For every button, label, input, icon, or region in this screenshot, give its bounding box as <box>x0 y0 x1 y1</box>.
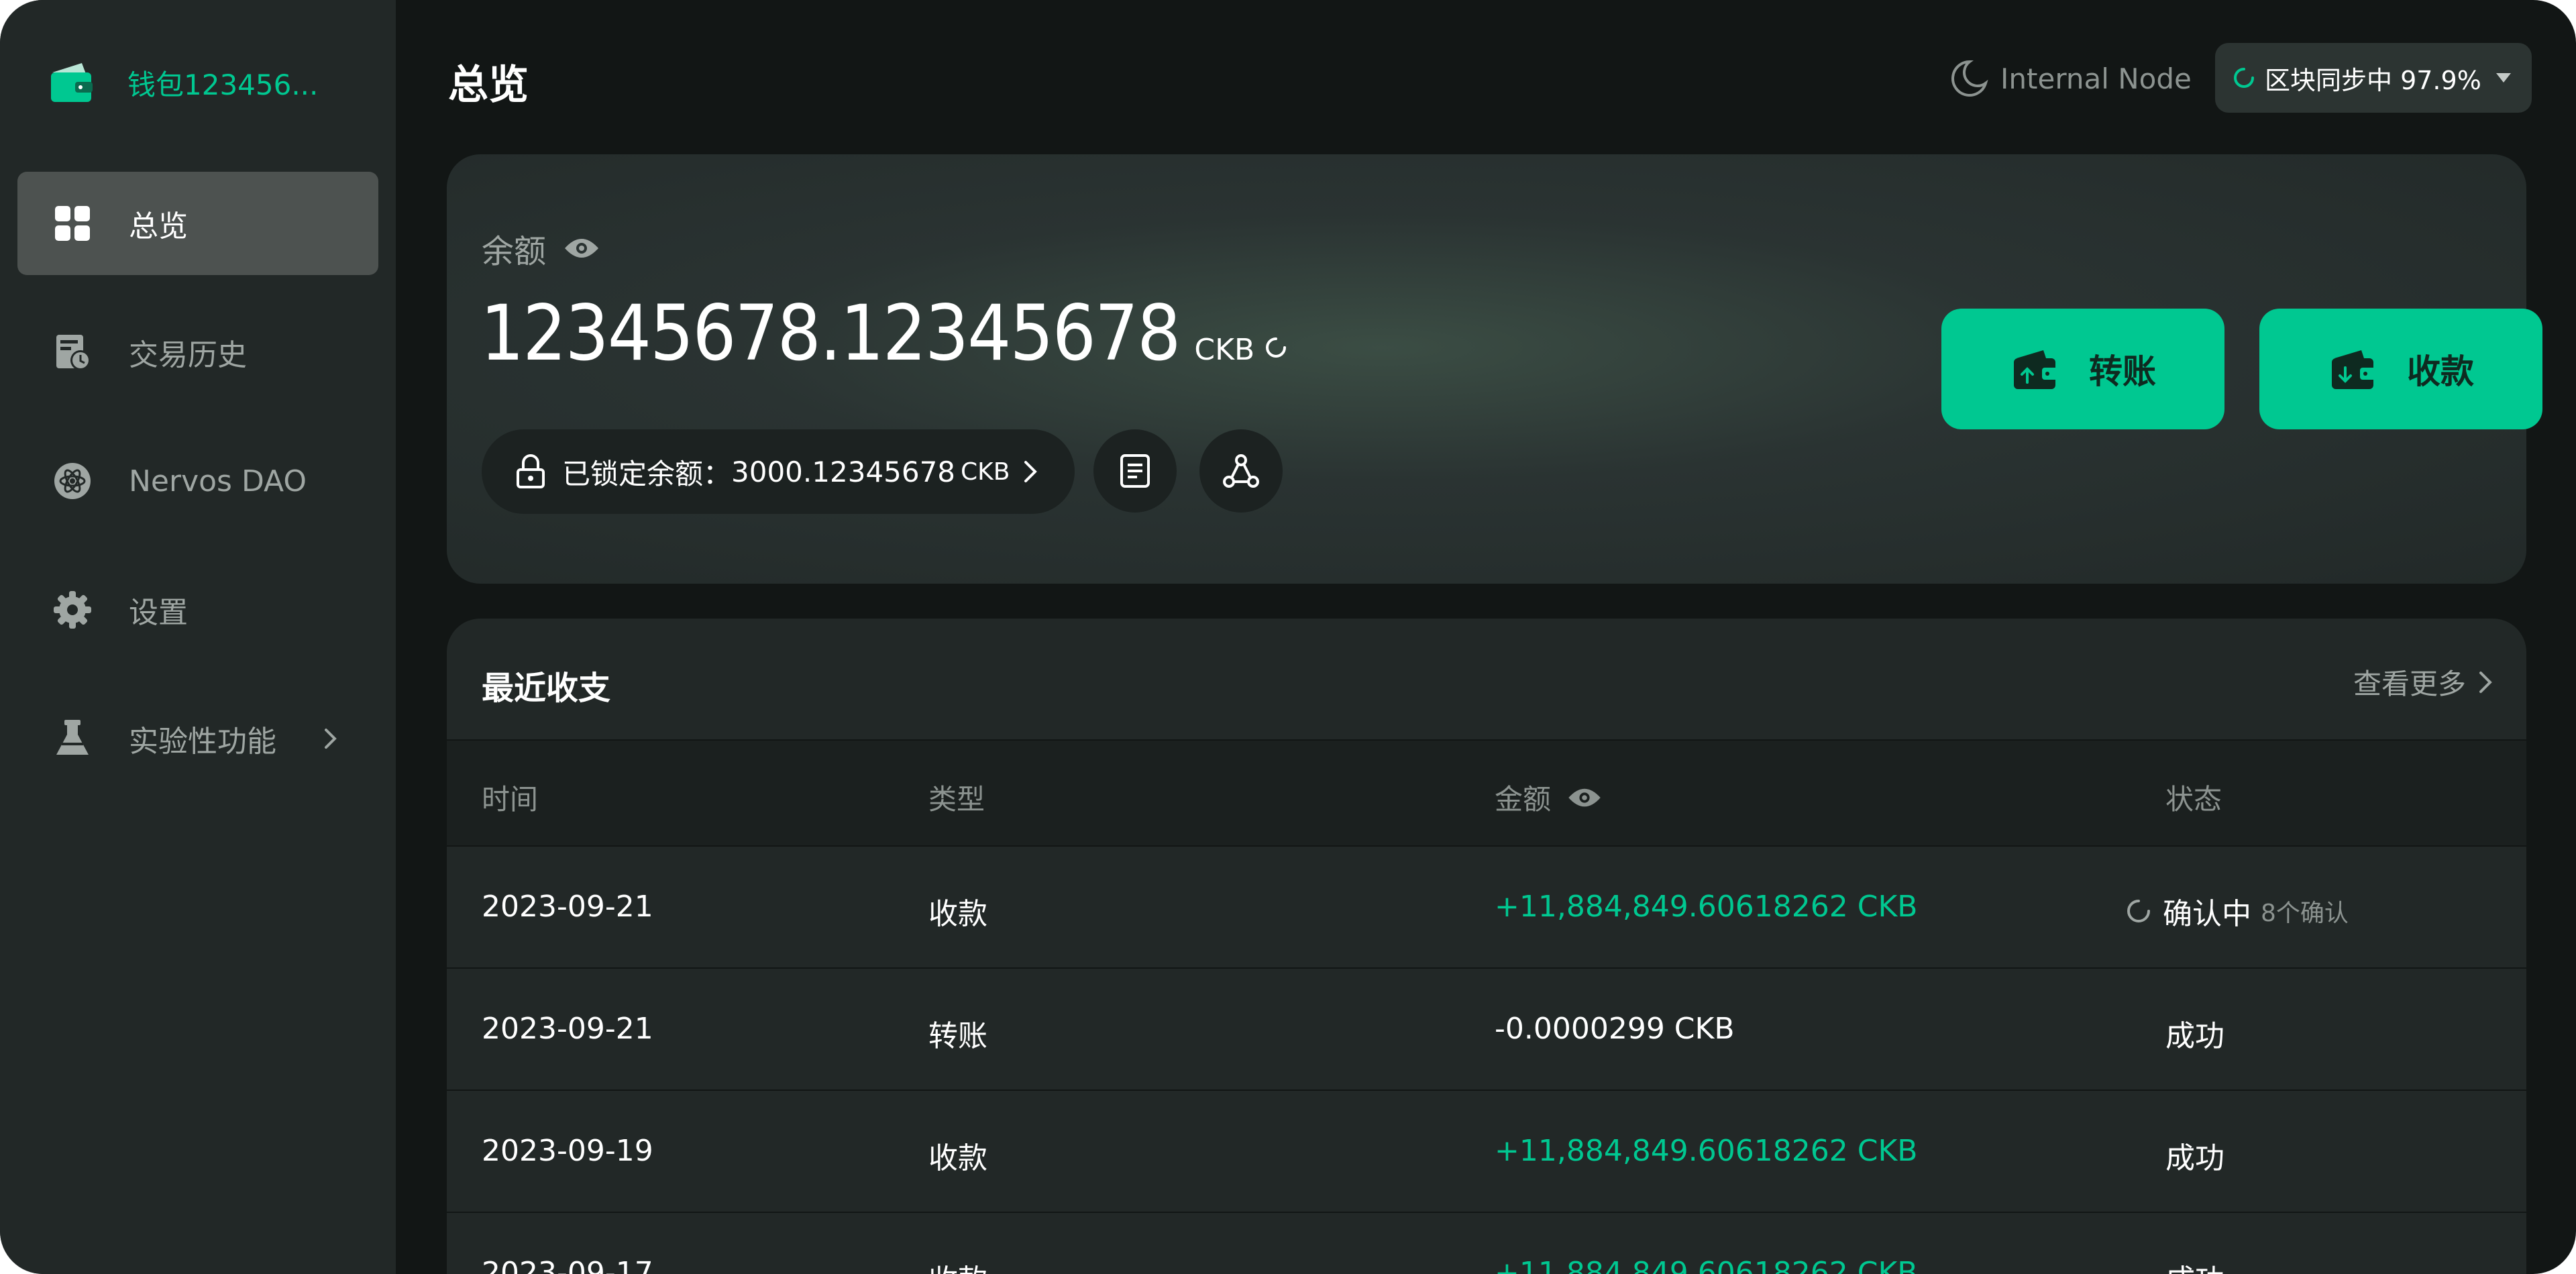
chevron-right-icon <box>1024 461 1038 482</box>
row-status: 成功 <box>2165 1019 2224 1053</box>
lock-icon <box>517 454 545 488</box>
recent-title: 最近收支 <box>482 670 611 707</box>
row-amount: +11,884,849.60618262 CKB <box>1495 1134 1918 1168</box>
send-button[interactable]: 转账 <box>1941 309 2224 429</box>
row-status: 成功 <box>2165 1256 2224 1274</box>
row-time: 2023-09-21 <box>482 890 653 924</box>
history-icon <box>56 335 91 370</box>
sidebar-item-history[interactable]: 交易历史 <box>17 301 378 404</box>
view-more-label: 查看更多 <box>2353 668 2466 700</box>
network-label: Internal Node <box>2000 62 2192 95</box>
column-header-amount: 金额 <box>1495 777 1602 818</box>
locked-balance-label: 已锁定余额： <box>562 457 732 490</box>
sidebar-item-overview[interactable]: 总览 <box>17 172 378 275</box>
wallet-logo-icon <box>51 63 93 102</box>
row-time: 2023-09-17 <box>482 1256 653 1274</box>
balance-row: 12345678.12345678 CKB <box>480 288 1288 378</box>
atom-icon <box>54 463 91 499</box>
row-status-label: 确认中 <box>2163 897 2251 931</box>
moon-icon <box>1951 60 1988 97</box>
view-details-button[interactable] <box>1093 429 1177 513</box>
receive-button[interactable]: 收款 <box>2259 309 2542 429</box>
table-header: 时间 类型 金额 状态 <box>447 739 2526 847</box>
row-status: 成功 <box>2165 1141 2224 1175</box>
sidebar-item-experimental[interactable]: 实验性功能 <box>17 687 378 790</box>
sidebar-item-label: 实验性功能 <box>129 725 276 759</box>
sync-status-dropdown[interactable]: 区块同步中 97.9% <box>2215 43 2532 113</box>
row-status: 确认中 8个确认 <box>2125 890 2349 933</box>
table-row[interactable]: 2023-09-21 收款 +11,884,849.60618262 CKB 确… <box>447 847 2526 969</box>
row-type: 收款 <box>928 1256 987 1274</box>
recent-transactions-card: 最近收支 查看更多 时间 类型 金额 状态 2023-09-21 收款 +11,… <box>447 619 2526 1274</box>
pending-spinner-icon <box>2127 900 2150 922</box>
eye-icon[interactable] <box>1567 785 1602 810</box>
send-label: 转账 <box>2089 352 2156 391</box>
main-content: 总览 Internal Node 区块同步中 97.9% 余额 12345678… <box>396 0 2576 1274</box>
sidebar: 钱包123456... 总览 交易历史 Nervos DAO 设置 实验性功能 <box>0 0 396 1274</box>
wallet-receive-icon <box>2332 350 2377 389</box>
wallet-send-icon <box>2014 350 2059 389</box>
network-indicator[interactable]: Internal Node <box>1949 55 2192 102</box>
locked-balance-unit: CKB <box>961 458 1010 486</box>
row-amount: -0.0000299 CKB <box>1495 1012 1735 1046</box>
locked-balance-value: 3000.12345678 <box>731 455 956 488</box>
column-header-time: 时间 <box>482 783 539 816</box>
table-row[interactable]: 2023-09-19 收款 +11,884,849.60618262 CKB 成… <box>447 1091 2526 1213</box>
row-type: 收款 <box>928 1141 987 1175</box>
row-time: 2023-09-21 <box>482 1012 653 1046</box>
page-title: 总览 <box>448 62 529 109</box>
balance-label: 余额 <box>482 233 547 270</box>
sync-spinner-icon <box>2234 68 2254 88</box>
sync-label: 区块同步中 97.9% <box>2265 65 2481 95</box>
sidebar-item-nervos-dao[interactable]: Nervos DAO <box>17 429 378 533</box>
row-amount: +11,884,849.60618262 CKB <box>1495 1256 1918 1274</box>
wallet-switcher[interactable]: 钱包123456... <box>48 59 318 106</box>
chevron-right-icon <box>325 729 337 749</box>
network-nodes-icon <box>1223 454 1259 488</box>
grid-icon <box>55 206 90 241</box>
column-header-amount-label: 金额 <box>1495 783 1552 816</box>
column-header-type: 类型 <box>928 783 985 816</box>
chevron-right-icon <box>2479 671 2492 693</box>
receive-label: 收款 <box>2407 352 2474 391</box>
multisig-button[interactable] <box>1199 429 1283 513</box>
locked-balance-button[interactable]: 已锁定余额： 3000.12345678 CKB <box>482 429 1075 514</box>
sidebar-item-label: 交易历史 <box>129 338 247 372</box>
flask-icon <box>56 720 89 755</box>
sidebar-item-label: 总览 <box>129 209 188 244</box>
wallet-name: 钱包123456... <box>127 68 319 101</box>
app-window: 钱包123456... 总览 交易历史 Nervos DAO 设置 实验性功能 … <box>0 0 2576 1274</box>
column-header-status: 状态 <box>2165 783 2222 816</box>
table-row[interactable]: 2023-09-17 收款 +11,884,849.60618262 CKB 成… <box>447 1213 2526 1274</box>
sidebar-item-label: Nervos DAO <box>129 464 307 498</box>
caret-down-icon <box>2496 73 2511 83</box>
sidebar-item-settings[interactable]: 设置 <box>17 558 378 661</box>
document-icon <box>1120 454 1150 488</box>
eye-icon[interactable] <box>564 235 600 262</box>
gear-icon <box>54 591 91 629</box>
view-more-link[interactable]: 查看更多 <box>2353 661 2494 702</box>
balance-amount: 12345678.12345678 <box>480 288 1181 378</box>
row-type: 转账 <box>928 1019 987 1053</box>
confirmation-count: 8个确认 <box>2261 900 2349 927</box>
balance-card: 余额 12345678.12345678 CKB 已锁定余额： 3000.123… <box>447 154 2542 584</box>
sidebar-item-label: 设置 <box>129 596 188 630</box>
row-type: 收款 <box>928 897 987 931</box>
table-row[interactable]: 2023-09-21 转账 -0.0000299 CKB 成功 <box>447 969 2526 1091</box>
balance-label-row: 余额 <box>482 228 600 270</box>
row-time: 2023-09-19 <box>482 1134 653 1168</box>
balance-unit: CKB <box>1194 333 1255 367</box>
row-amount: +11,884,849.60618262 CKB <box>1495 890 1918 924</box>
refresh-icon[interactable] <box>1264 335 1288 360</box>
